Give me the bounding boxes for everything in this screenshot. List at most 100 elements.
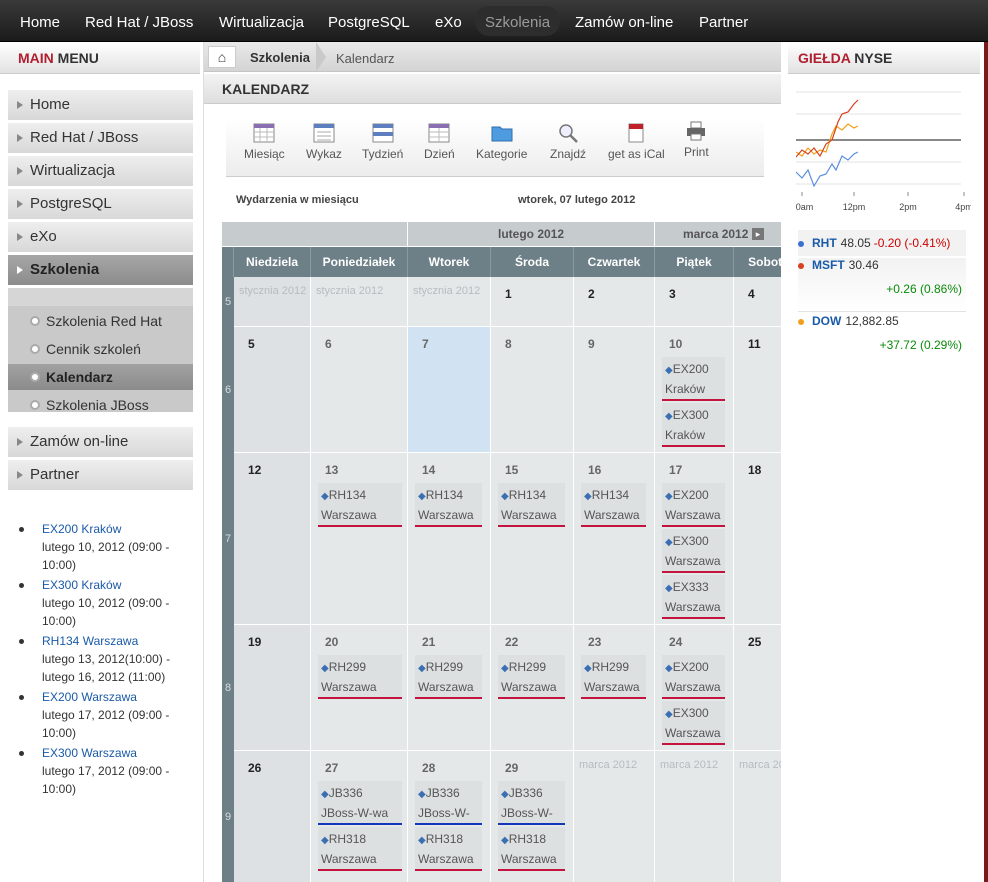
day-number[interactable]: 21 [422,635,435,649]
day-number[interactable]: 18 [748,463,761,477]
menu-item-0[interactable]: Home [8,90,193,120]
submenu-item-2[interactable]: Kalendarz [8,364,193,390]
toolbar-list-button[interactable]: Wykaz [306,123,342,161]
calendar-day[interactable]: 15 ◆RH134 Warszawa [491,453,574,625]
calendar-event[interactable]: ◆EX200 Kraków [662,357,725,401]
calendar-day[interactable]: 6 [311,327,408,453]
submenu-item-1[interactable]: Cennik szkoleń [8,336,193,362]
toolbar-ical-button[interactable]: get as iCal [608,123,665,161]
calendar-day[interactable]: 10 ◆EX200 Kraków ◆EX300 Kraków [655,327,734,453]
calendar-day[interactable]: 3 [655,277,734,327]
calendar-day[interactable]: 18 [734,453,781,625]
calendar-day[interactable]: stycznia 2012 [234,277,311,327]
day-number[interactable]: 5 [248,337,255,351]
day-number[interactable]: 10 [669,337,682,351]
nav-item-4[interactable]: eXo [425,6,472,36]
calendar-day[interactable]: 28◆JB336JBoss-W-wa◆RH318Warszawa [408,751,491,882]
calendar-day[interactable]: 17 ◆EX200 Warszawa ◆EX300 Warszawa ◆EX333 Wars… [655,453,734,625]
day-number[interactable]: 12 [248,463,261,477]
calendar-day[interactable]: 20 ◆RH299 Warszawa [311,625,408,751]
nav-item-5[interactable]: Szkolenia [475,6,561,36]
day-number[interactable]: 20 [325,635,338,649]
day-number[interactable]: 3 [669,287,676,301]
event-link[interactable]: EX200 Kraków [30,520,195,538]
event-link[interactable]: EX200 Warszawa [30,688,195,706]
calendar-day[interactable]: 24 ◆EX200 Warszawa ◆EX300 Warszawa [655,625,734,751]
day-number[interactable]: 24 [669,635,682,649]
calendar-day[interactable]: 2 [574,277,655,327]
day-number[interactable]: 7 [422,337,429,351]
day-number[interactable]: 13 [325,463,338,477]
calendar-day[interactable]: 11 [734,327,781,453]
nav-item-0[interactable]: Home [10,6,70,36]
calendar-day[interactable]: 5 [234,327,311,453]
day-number[interactable]: 1 [505,287,512,301]
calendar-day[interactable]: 26 [234,751,311,882]
event-link[interactable]: RH134 Warszawa [30,632,195,650]
day-number[interactable]: 14 [422,463,435,477]
calendar-event[interactable]: ◆JB336JBoss-W-wa [415,781,482,838]
calendar-event[interactable]: ◆EX200 Warszawa [662,655,725,699]
stock-symbol[interactable]: MSFT [812,258,845,272]
calendar-day[interactable]: 12 [234,453,311,625]
menu-item-5[interactable]: Szkolenia [8,255,193,285]
calendar-day[interactable]: marca 2012 [655,751,734,882]
toolbar-week-button[interactable]: Tydzień [362,123,403,161]
toolbar-print-button[interactable]: Print [684,121,709,159]
day-number[interactable]: 2 [588,287,595,301]
nav-item-7[interactable]: Partner [689,6,758,36]
calendar-event[interactable]: ◆EX200 Warszawa [662,483,725,527]
calendar-event[interactable]: ◆RH318 Warszawa [498,827,565,871]
calendar-event[interactable]: ◆EX300 Warszawa [662,529,725,573]
menu-item-6[interactable]: Zamów on-line [8,427,193,457]
day-number[interactable]: 16 [588,463,601,477]
day-number[interactable]: 17 [669,463,682,477]
day-number[interactable]: 4 [748,287,755,301]
calendar-day[interactable]: 22 ◆RH299 Warszawa [491,625,574,751]
calendar-event[interactable]: ◆RH299 Warszawa [318,655,402,699]
breadcrumb-szkolenia[interactable]: Szkolenia [250,50,310,65]
nav-item-2[interactable]: Wirtualizacja [209,6,314,36]
event-link[interactable]: EX300 Warszawa [30,744,195,762]
calendar-day[interactable]: 4 [734,277,781,327]
nav-item-6[interactable]: Zamów on-line [565,6,683,36]
day-number[interactable]: 6 [325,337,332,351]
day-number[interactable]: 9 [588,337,595,351]
day-number[interactable]: 27 [325,761,338,775]
menu-item-7[interactable]: Partner [8,460,193,490]
day-number[interactable]: 15 [505,463,518,477]
calendar-event[interactable]: ◆RH134 Warszawa [415,483,482,527]
calendar-day[interactable]: 9 [574,327,655,453]
toolbar-day-button[interactable]: Dzień [424,123,455,161]
calendar-event[interactable]: ◆RH134 Warszawa [498,483,565,527]
calendar-day[interactable]: 25 [734,625,781,751]
day-number[interactable]: 29 [505,761,518,775]
calendar-day[interactable]: 29◆JB336JBoss-W-wa◆RH318Warszawa [491,751,574,882]
menu-item-4[interactable]: eXo [8,222,193,252]
event-link[interactable]: EX300 Kraków [30,576,195,594]
calendar-event[interactable]: ◆RH134 Warszawa [581,483,646,527]
calendar-day[interactable]: 21 ◆RH299 Warszawa [408,625,491,751]
toolbar-month-button[interactable]: Miesiąc [244,123,285,161]
menu-item-1[interactable]: Red Hat / JBoss [8,123,193,153]
calendar-event[interactable]: ◆EX333 Warszawa [662,575,725,619]
calendar-event[interactable]: ◆RH299 Warszawa [498,655,565,699]
nav-item-3[interactable]: PostgreSQL [318,6,420,36]
next-month-icon[interactable]: ▸ [752,228,764,240]
calendar-day[interactable]: marca 2012 [574,751,655,882]
day-number[interactable]: 26 [248,761,261,775]
calendar-day[interactable]: 23 ◆RH299 Warszawa [574,625,655,751]
day-number[interactable]: 25 [748,635,761,649]
calendar-event[interactable]: ◆JB336JBoss-W-wa [318,781,402,825]
toolbar-folder-button[interactable]: Kategorie [476,123,527,161]
calendar-event[interactable]: ◆RH134 Warszawa [318,483,402,527]
calendar-day[interactable]: 13 ◆RH134 Warszawa [311,453,408,625]
calendar-day[interactable]: 19 [234,625,311,751]
nav-item-1[interactable]: Red Hat / JBoss [75,6,203,36]
calendar-day[interactable]: 16 ◆RH134 Warszawa [574,453,655,625]
menu-item-2[interactable]: Wirtualizacja [8,156,193,186]
submenu-item-3[interactable]: Szkolenia JBoss [8,392,193,418]
home-icon[interactable]: ⌂ [208,46,236,68]
day-number[interactable]: 19 [248,635,261,649]
day-number[interactable]: 22 [505,635,518,649]
